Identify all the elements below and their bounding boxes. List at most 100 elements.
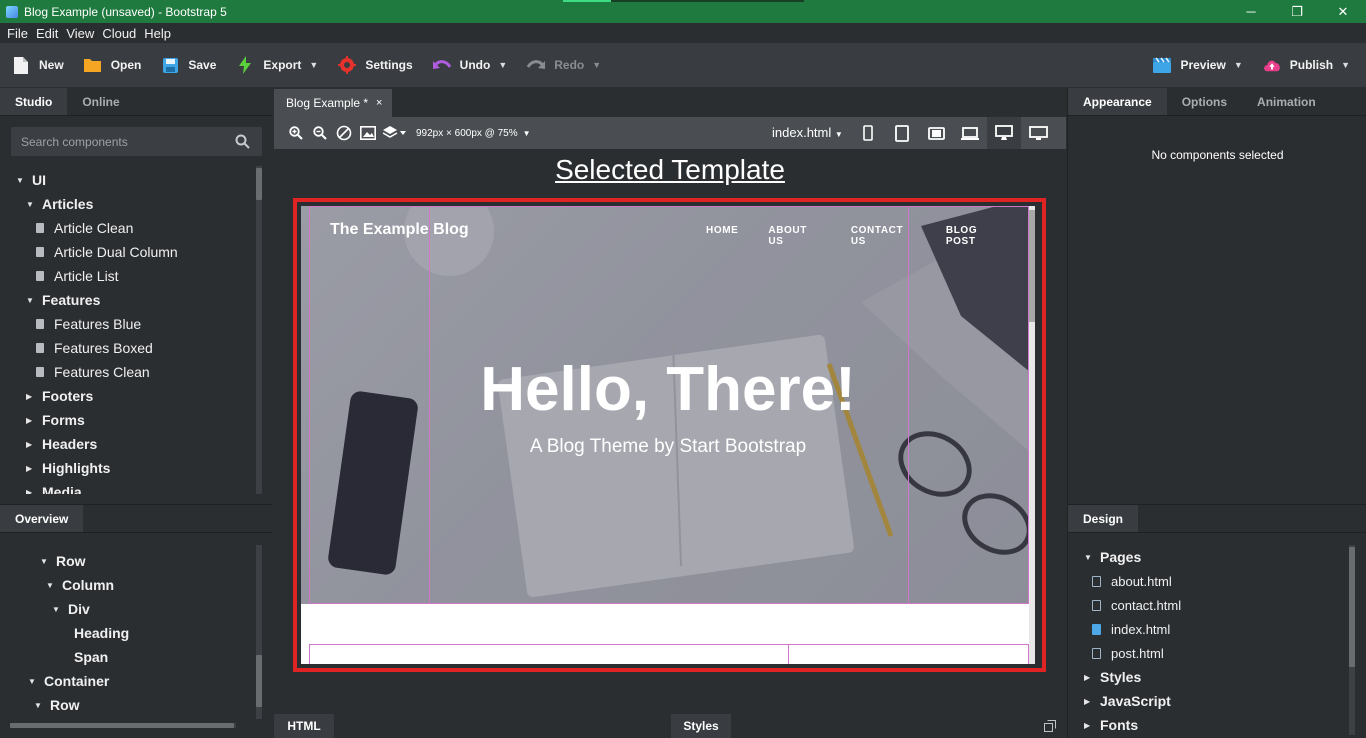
- design-scrollbar[interactable]: [1349, 545, 1355, 735]
- page-item-index[interactable]: index.html: [1068, 617, 1348, 641]
- tree-item-article-dual-column[interactable]: Article Dual Column: [0, 240, 258, 264]
- page-item-about[interactable]: about.html: [1068, 569, 1348, 593]
- undock-icon[interactable]: [1044, 720, 1056, 735]
- export-button[interactable]: Export ▼: [228, 49, 326, 81]
- hero-section[interactable]: The Example Blog HOME ABOUT US CONTACT U…: [301, 206, 1035, 604]
- image-icon[interactable]: [356, 121, 380, 145]
- preview-brand[interactable]: The Example Blog: [330, 221, 469, 239]
- settings-button[interactable]: Settings: [330, 49, 420, 81]
- laptop-icon[interactable]: [953, 117, 987, 149]
- overview-item-column[interactable]: ▼ Column: [0, 573, 258, 597]
- overview-item-span[interactable]: Span: [0, 645, 258, 669]
- overview-item-row-2[interactable]: ▼ Row: [0, 693, 258, 717]
- preview-nav-home[interactable]: HOME: [706, 225, 738, 247]
- page-preview[interactable]: The Example Blog HOME ABOUT US CONTACT U…: [301, 206, 1035, 664]
- preview-nav-contact[interactable]: CONTACT US: [851, 225, 916, 247]
- canvas-dimensions[interactable]: 992px × 600px @ 75%: [416, 128, 518, 139]
- preview-nav-blog-post[interactable]: BLOG POST: [946, 225, 1005, 247]
- tree-item-features-boxed[interactable]: Features Boxed: [0, 336, 258, 360]
- scrollbar-thumb[interactable]: [256, 168, 262, 200]
- close-button[interactable]: ✕: [1320, 0, 1366, 23]
- chevron-down-icon[interactable]: ▼: [523, 129, 531, 138]
- new-button[interactable]: New: [4, 49, 72, 81]
- menu-edit[interactable]: Edit: [36, 26, 58, 41]
- undo-button[interactable]: Undo ▼: [425, 49, 516, 81]
- preview-subheading[interactable]: A Blog Theme by Start Bootstrap: [301, 436, 1035, 458]
- tree-item-article-clean[interactable]: Article Clean: [0, 216, 258, 240]
- overview-scrollbar[interactable]: [256, 545, 262, 719]
- tab-blog-example[interactable]: Blog Example * ×: [274, 89, 393, 117]
- design-item-styles[interactable]: ▶ Styles: [1068, 665, 1348, 689]
- new-file-icon: [12, 56, 30, 74]
- tab-animation[interactable]: Animation: [1242, 88, 1331, 115]
- design-item-fonts[interactable]: ▶ Fonts: [1068, 713, 1348, 737]
- scrollbar-thumb[interactable]: [1029, 210, 1035, 322]
- restore-button[interactable]: ❐: [1274, 0, 1320, 23]
- scrollbar-thumb[interactable]: [256, 655, 262, 707]
- tree-item-forms[interactable]: ▶ Forms: [0, 408, 258, 432]
- tab-studio[interactable]: Studio: [0, 88, 68, 115]
- rotate-icon[interactable]: [332, 121, 356, 145]
- search-icon[interactable]: [235, 134, 250, 152]
- overview-item-row[interactable]: ▼ Row: [0, 549, 258, 573]
- page-item-contact[interactable]: contact.html: [1068, 593, 1348, 617]
- page-item-post[interactable]: post.html: [1068, 641, 1348, 665]
- tree-item-media[interactable]: ▶ Media: [0, 480, 258, 494]
- main-toolbar: New Open Save Export ▼ Settings Undo ▼ R…: [0, 43, 1366, 87]
- caret-down-icon: ▼: [1084, 552, 1092, 562]
- save-button[interactable]: Save: [153, 49, 224, 81]
- tab-options[interactable]: Options: [1167, 88, 1242, 115]
- tree-item-headers[interactable]: ▶ Headers: [0, 432, 258, 456]
- overview-item-div[interactable]: ▼ Div: [0, 597, 258, 621]
- overview-hscrollbar[interactable]: [10, 723, 236, 728]
- tab-design[interactable]: Design: [1068, 505, 1139, 532]
- overview-item-heading[interactable]: Heading: [0, 621, 258, 645]
- page-selector[interactable]: index.html ▼: [772, 125, 843, 140]
- tree-item-ui[interactable]: ▼ UI: [0, 168, 258, 192]
- search-input[interactable]: [11, 134, 226, 149]
- scrollbar-thumb[interactable]: [1349, 547, 1355, 667]
- tree-item-features-blue[interactable]: Features Blue: [0, 312, 258, 336]
- minimize-button[interactable]: ─: [1228, 0, 1274, 23]
- publish-button[interactable]: Publish ▼: [1255, 49, 1358, 81]
- scrollbar-thumb[interactable]: [10, 723, 234, 728]
- close-tab-icon[interactable]: ×: [376, 97, 382, 109]
- folder-icon: [84, 56, 102, 74]
- tab-appearance[interactable]: Appearance: [1068, 88, 1167, 115]
- caret-right-icon: ▶: [26, 487, 33, 495]
- tab-styles[interactable]: Styles: [671, 714, 731, 738]
- desktop-icon[interactable]: [987, 117, 1021, 149]
- components-scrollbar[interactable]: [256, 166, 262, 494]
- preview-scrollbar[interactable]: [1029, 206, 1035, 664]
- wide-monitor-icon[interactable]: [1021, 117, 1055, 149]
- design-item-pages[interactable]: ▼ Pages: [1068, 545, 1348, 569]
- tab-online[interactable]: Online: [67, 88, 134, 115]
- caret-down-icon: ▼: [52, 604, 60, 614]
- tree-item-features[interactable]: ▼ Features: [0, 288, 258, 312]
- zoom-in-icon[interactable]: [284, 121, 308, 145]
- tree-item-features-clean[interactable]: Features Clean: [0, 360, 258, 384]
- tablet-portrait-icon[interactable]: [885, 117, 919, 149]
- menu-cloud[interactable]: Cloud: [102, 26, 136, 41]
- zoom-out-icon[interactable]: [308, 121, 332, 145]
- phone-portrait-icon[interactable]: [851, 117, 885, 149]
- menu-help[interactable]: Help: [144, 26, 171, 41]
- overview-item-container[interactable]: ▼ Container: [0, 669, 258, 693]
- design-item-javascript[interactable]: ▶ JavaScript: [1068, 689, 1348, 713]
- tree-item-articles[interactable]: ▼ Articles: [0, 192, 258, 216]
- open-button[interactable]: Open: [76, 49, 150, 81]
- tree-item-highlights[interactable]: ▶ Highlights: [0, 456, 258, 480]
- menu-view[interactable]: View: [66, 26, 94, 41]
- tab-html[interactable]: HTML: [274, 714, 334, 738]
- preview-nav-about[interactable]: ABOUT US: [768, 225, 820, 247]
- redo-button[interactable]: Redo ▼: [519, 49, 609, 81]
- preview-button[interactable]: Preview ▼: [1145, 49, 1250, 81]
- undo-label: Undo: [459, 58, 491, 72]
- preview-heading[interactable]: Hello, There!: [301, 354, 1035, 425]
- tree-item-article-list[interactable]: Article List: [0, 264, 258, 288]
- layers-icon[interactable]: [380, 121, 410, 145]
- tablet-landscape-icon[interactable]: [919, 117, 953, 149]
- tree-item-footers[interactable]: ▶ Footers: [0, 384, 258, 408]
- tab-overview[interactable]: Overview: [0, 505, 84, 532]
- menu-file[interactable]: File: [7, 26, 28, 41]
